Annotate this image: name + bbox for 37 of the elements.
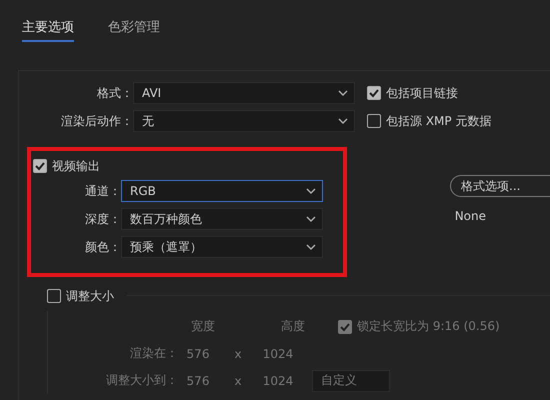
column-header: 高度: [280, 318, 306, 335]
codec-label: None: [454, 209, 486, 223]
checkbox[interactable]: [367, 114, 381, 128]
dropdown[interactable]: 无: [133, 110, 355, 132]
column-header: 宽度: [190, 318, 216, 335]
times-sign: x: [233, 346, 243, 360]
field-label: 格式：: [96, 84, 133, 102]
width-value: 576: [186, 346, 210, 360]
chevron-icon: [306, 188, 316, 194]
checkbox-label: 包括源 XMP 元数据: [386, 112, 492, 130]
height-value: 1024: [262, 374, 294, 388]
checkbox-label: 锁定长宽比为 9:16 (0.56): [357, 318, 500, 335]
format-options-button[interactable]: 格式选项...: [450, 175, 550, 197]
dropdown[interactable]: 数百万种颜色: [121, 208, 323, 230]
tab[interactable]: 色彩管理: [108, 18, 160, 40]
field-label: 通道：: [84, 182, 121, 200]
field-label: 渲染在：: [129, 345, 178, 362]
chevron-icon: [306, 244, 316, 250]
times-sign: x: [233, 374, 243, 388]
dropdown[interactable]: AVI: [133, 82, 355, 104]
checkbox[interactable]: [367, 86, 381, 100]
checkbox[interactable]: [33, 159, 47, 173]
section-title: 调整大小: [66, 288, 114, 304]
chevron-icon: [338, 90, 348, 96]
section-title: 视频输出: [52, 158, 100, 174]
height-value: 1024: [262, 346, 294, 360]
width-value: 576: [186, 374, 210, 388]
checkbox-label: 包括项目链接: [386, 84, 458, 102]
tab[interactable]: 主要选项: [22, 18, 74, 42]
field-label: 渲染后动作：: [60, 112, 133, 130]
chevron-icon: [306, 216, 316, 222]
field-label: 调整大小到：: [105, 372, 178, 389]
field-label: 深度：: [84, 210, 121, 228]
field-label: 颜色：: [84, 238, 121, 256]
dropdown[interactable]: RGB: [121, 180, 323, 202]
chevron-icon: [338, 118, 348, 124]
dropdown[interactable]: 预乘（遮罩）: [121, 236, 323, 258]
